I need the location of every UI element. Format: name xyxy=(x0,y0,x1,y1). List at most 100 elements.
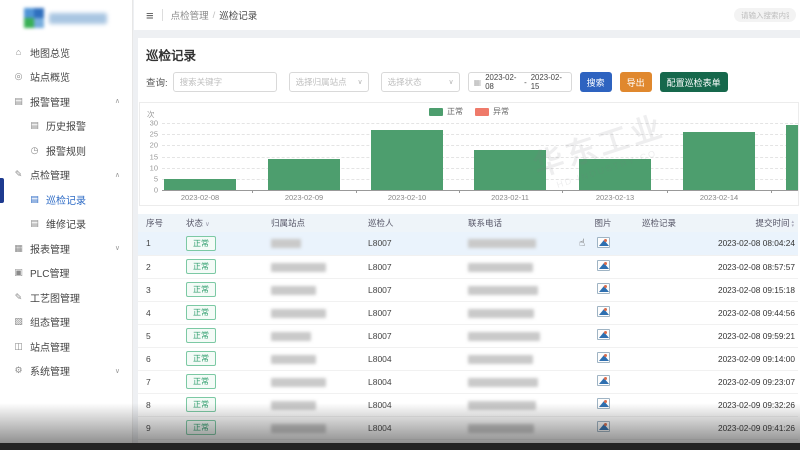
cell-status: 正常 xyxy=(178,232,263,255)
sidebar-item-alarm[interactable]: ▤报警管理∧ xyxy=(0,89,132,114)
sidebar-item-map[interactable]: ⌂地图总览 xyxy=(0,40,132,65)
query-label: 查询: xyxy=(146,75,168,89)
global-search-input[interactable] xyxy=(734,8,796,22)
collapse-sidebar-icon[interactable]: ≡ xyxy=(146,8,154,23)
sidebar-item-spot-check[interactable]: ✎点检管理∧ xyxy=(0,163,132,188)
x-axis-tick xyxy=(562,190,563,193)
topbar: ≡ 点检管理 / 巡检记录 xyxy=(134,0,800,30)
date-start: 2023-02-08 xyxy=(485,73,520,91)
chevron-up-icon: ∧ xyxy=(115,171,120,179)
bar-2023-02-09[interactable] xyxy=(268,159,340,190)
redacted-phone xyxy=(468,401,536,410)
cell-no: 5 xyxy=(138,324,178,347)
bar-2023-02-10[interactable] xyxy=(371,130,443,190)
sidebar-item-label: 地图总览 xyxy=(30,45,70,60)
x-axis-tick xyxy=(459,190,460,193)
cell-record xyxy=(634,278,706,301)
col-header-status[interactable]: 状态∨ xyxy=(178,214,263,232)
legend-item-正常[interactable]: 正常 xyxy=(429,106,463,117)
sidebar-item-repair-record[interactable]: ▤维修记录 xyxy=(0,212,132,237)
x-axis-tick-label: 2023-02-09 xyxy=(268,193,340,202)
table-row[interactable]: 9 正常 L8004 2023-02-09 09:41:26 xyxy=(138,416,798,439)
redacted-site xyxy=(271,401,316,410)
sidebar-item-system[interactable]: ⚙系统管理∨ xyxy=(0,359,132,384)
legend-item-异常[interactable]: 异常 xyxy=(475,106,509,117)
configure-inspection-form-button[interactable]: 配置巡检表单 xyxy=(660,72,728,92)
keyword-input[interactable] xyxy=(173,72,277,92)
bar-2023-02-11[interactable] xyxy=(474,150,546,190)
image-thumbnail-icon[interactable] xyxy=(597,398,610,409)
history-alarm-icon: ▤ xyxy=(29,120,40,131)
image-thumbnail-icon[interactable] xyxy=(597,260,610,271)
cell-image xyxy=(572,255,634,278)
table-row[interactable]: 7 正常 L8004 2023-02-09 09:23:07 xyxy=(138,370,798,393)
cell-status: 正常 xyxy=(178,301,263,324)
x-axis-tick xyxy=(252,190,253,193)
table-row[interactable]: 3 正常 L8007 2023-02-08 09:15:18 xyxy=(138,278,798,301)
chevron-down-icon: ∨ xyxy=(115,367,120,375)
sidebar-item-history-alarm[interactable]: ▤历史报警 xyxy=(0,114,132,139)
cell-image xyxy=(572,324,634,347)
col-header-submit-time[interactable]: 提交时间▴▾ xyxy=(706,214,798,232)
cell-record xyxy=(634,370,706,393)
col-header-site: 归属站点 xyxy=(263,214,360,232)
redacted-site xyxy=(271,286,316,295)
table-row[interactable]: 5 正常 L8007 2023-02-08 09:59:21 xyxy=(138,324,798,347)
report-icon: ▦ xyxy=(13,243,24,254)
calendar-icon: ▦ xyxy=(474,78,482,87)
bar-2023-02-15[interactable] xyxy=(786,125,799,190)
legend-swatch xyxy=(475,108,489,116)
bar-2023-02-14[interactable] xyxy=(683,132,755,190)
search-button[interactable]: 搜索 xyxy=(580,72,612,92)
cell-no: 6 xyxy=(138,347,178,370)
table-row[interactable]: 1 正常 L8007 ☝ 2023-02-08 08:04:24 xyxy=(138,232,798,255)
status-select[interactable]: 选择状态 ∨ xyxy=(381,72,460,92)
redacted-phone xyxy=(468,355,533,364)
cell-site-redacted xyxy=(263,416,360,439)
table-row[interactable]: 4 正常 L8007 2023-02-08 09:44:56 xyxy=(138,301,798,324)
redacted-site xyxy=(271,239,301,248)
sidebar-item-label: 站点管理 xyxy=(30,339,70,354)
bar-2023-02-08[interactable] xyxy=(164,179,236,190)
cell-record xyxy=(634,324,706,347)
status-badge: 正常 xyxy=(186,259,216,274)
sidebar-item-config[interactable]: ▧组态管理 xyxy=(0,310,132,335)
sidebar-item-site-overview[interactable]: ◎站点概览 xyxy=(0,65,132,90)
table-row[interactable]: 2 正常 L8007 2023-02-08 08:57:57 xyxy=(138,255,798,278)
sidebar-item-site-manage[interactable]: ◫站点管理 xyxy=(0,334,132,359)
table-row[interactable]: 6 正常 L8004 2023-02-09 09:14:00 xyxy=(138,347,798,370)
cell-site-redacted xyxy=(263,232,360,255)
redacted-phone xyxy=(468,378,538,387)
status-select-placeholder: 选择状态 xyxy=(388,76,422,88)
image-thumbnail-icon[interactable] xyxy=(597,329,610,340)
cell-status: 正常 xyxy=(178,278,263,301)
sidebar-item-report[interactable]: ▦报表管理∨ xyxy=(0,236,132,261)
breadcrumb-item-parent[interactable]: 点检管理 xyxy=(171,8,209,22)
image-thumbnail-icon[interactable] xyxy=(597,375,610,386)
cell-site-redacted xyxy=(263,278,360,301)
y-axis-tick-label: 30 xyxy=(140,119,158,128)
sidebar-item-inspection-record[interactable]: ▤巡检记录 xyxy=(0,187,132,212)
chevron-down-icon: ∨ xyxy=(449,78,454,86)
date-range-picker[interactable]: ▦ 2023-02-08 - 2023-02-15 xyxy=(468,72,572,92)
image-thumbnail-icon[interactable] xyxy=(597,352,610,363)
site-select[interactable]: 选择归属站点 ∨ xyxy=(289,72,369,92)
cell-image xyxy=(572,416,634,439)
bar-2023-02-13[interactable] xyxy=(579,159,651,190)
x-axis-tick-label: 2023-02-13 xyxy=(579,193,651,202)
sidebar-item-plc[interactable]: ▣PLC管理 xyxy=(0,261,132,286)
alarm-icon: ▤ xyxy=(13,96,24,107)
chevron-up-icon: ∧ xyxy=(115,97,120,105)
sidebar-item-label: 维修记录 xyxy=(46,216,86,231)
image-thumbnail-icon[interactable] xyxy=(597,283,610,294)
config-icon: ▧ xyxy=(13,316,24,327)
image-thumbnail-icon[interactable] xyxy=(597,237,610,248)
sidebar-item-process-diagram[interactable]: ✎工艺图管理 xyxy=(0,285,132,310)
image-thumbnail-icon[interactable] xyxy=(597,306,610,317)
export-button[interactable]: 导出 xyxy=(620,72,652,92)
cell-inspector: L8004 xyxy=(360,370,460,393)
sidebar-item-alarm-rule[interactable]: ◷报警规则 xyxy=(0,138,132,163)
image-thumbnail-icon[interactable] xyxy=(597,421,610,432)
table-row[interactable]: 8 正常 L8004 2023-02-09 09:32:26 xyxy=(138,393,798,416)
cell-submit-time: 2023-02-08 09:44:56 xyxy=(706,301,798,324)
